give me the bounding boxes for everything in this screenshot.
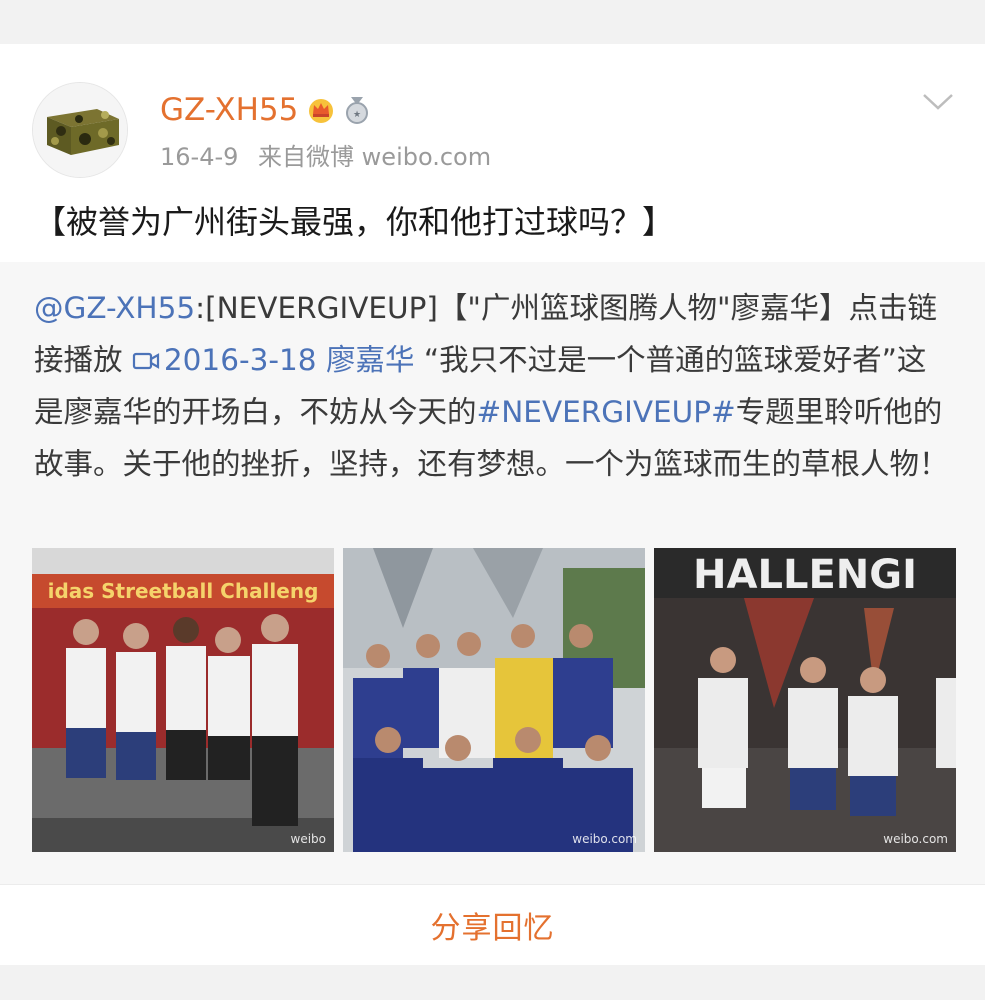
username[interactable]: GZ-XH55 [160,88,298,132]
photo-watermark: weibo.com [883,832,948,846]
photo-team-blue[interactable]: weibo.com [343,548,645,852]
photo-banner-text: HALLENGI [693,552,917,598]
medal-badge-icon: ★ [346,97,369,124]
post-timestamp: 16-4-9 [160,143,239,171]
avatar[interactable] [32,82,128,178]
username-row: GZ-XH55 ★ [160,88,372,132]
photo-challenge-stage[interactable]: HALLENGI weibo.com [654,548,956,852]
svg-text:★: ★ [353,110,361,120]
photo-watermark: weibo [290,832,327,846]
share-bar: 分享回忆 [0,884,985,965]
photo-team-streetball[interactable]: idas Streetball Challeng weibo [32,548,334,852]
photo-grid: idas Streetball Challeng weibo weibo.com… [32,548,956,852]
weibo-post-card: GZ-XH55 ★ 16-4-9 来自微博 weibo.com 【被誉为广州街头… [0,44,985,884]
hashtag-link[interactable]: #NEVERGIVEUP# [477,395,736,429]
video-icon [132,352,159,370]
post-source: 来自微博 weibo.com [258,143,492,171]
camo-box-avatar-icon [33,83,127,177]
photo-banner-text: idas Streetball Challeng [48,579,319,603]
video-link[interactable]: 2016-3-18 廖嘉华 [132,343,415,377]
repost-text: @GZ-XH55:[NEVERGIVEUP]【"广州篮球图腾人物"廖嘉华】点击链… [34,282,954,490]
chevron-down-icon[interactable] [921,90,955,112]
mention-link[interactable]: @GZ-XH55 [34,291,195,325]
photo-watermark: weibo.com [572,832,637,846]
repost-block[interactable]: @GZ-XH55:[NEVERGIVEUP]【"广州篮球图腾人物"廖嘉华】点击链… [0,262,985,884]
video-link-label: 2016-3-18 廖嘉华 [163,343,415,377]
share-memory-button[interactable]: 分享回忆 [431,903,555,947]
post-text: 【被誉为广州街头最强，你和他打过球吗？】 [34,203,675,241]
post-meta: 16-4-9 来自微博 weibo.com [160,140,503,174]
crown-badge-icon [309,99,334,123]
